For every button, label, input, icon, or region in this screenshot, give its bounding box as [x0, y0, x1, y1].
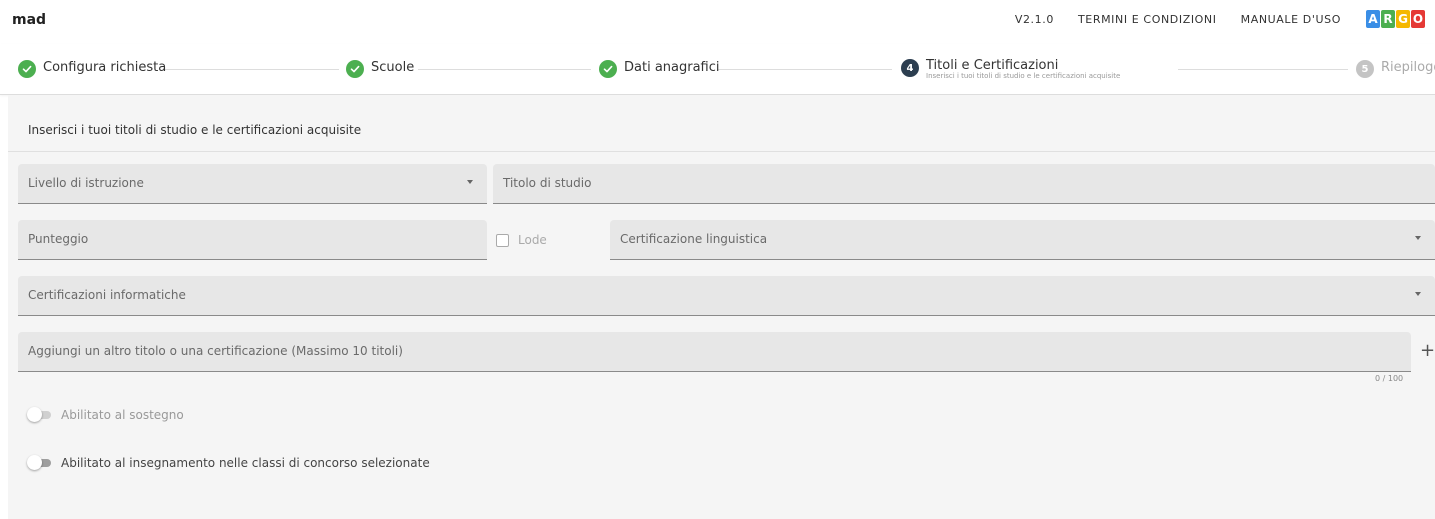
top-bar: mad V2.1.0 TERMINI E CONDIZIONI MANUALE …: [0, 0, 1435, 44]
field-placeholder: Punteggio: [28, 232, 89, 246]
toggle-knob: [27, 407, 42, 422]
manual-link[interactable]: MANUALE D'USO: [1241, 13, 1341, 26]
step-connector: [164, 69, 339, 70]
step-number-badge: 4: [901, 59, 919, 77]
argo-logo: A R G O: [1365, 10, 1425, 28]
field-placeholder: Livello di istruzione: [28, 176, 144, 190]
step-label: Dati anagrafici: [624, 60, 720, 75]
lode-label: Lode: [518, 233, 547, 247]
field-placeholder: Certificazione linguistica: [620, 232, 768, 246]
lode-checkbox[interactable]: Lode: [496, 233, 547, 247]
step-riepilogo[interactable]: 5 Riepilogo: [1356, 60, 1435, 78]
check-icon: [346, 60, 364, 78]
certificazione-linguistica-select[interactable]: Certificazione linguistica: [610, 220, 1435, 260]
form-title: Inserisci i tuoi titoli di studio e le c…: [28, 123, 362, 137]
check-icon: [18, 60, 36, 78]
step-sublabel: Inserisci i tuoi titoli di studio e le c…: [926, 72, 1121, 80]
divider: [8, 151, 1435, 152]
altro-titolo-field[interactable]: Aggiungi un altro titolo o una certifica…: [18, 332, 1411, 372]
add-icon[interactable]: +: [1420, 342, 1435, 360]
step-dati-anagrafici[interactable]: Dati anagrafici: [599, 60, 720, 78]
top-nav: V2.1.0 TERMINI E CONDIZIONI MANUALE D'US…: [1015, 10, 1425, 28]
step-label: Scuole: [371, 60, 415, 75]
step-label: Riepilogo: [1381, 60, 1435, 75]
step-connector: [717, 69, 892, 70]
version-label: V2.1.0: [1014, 12, 1054, 26]
step-titoli-certificazioni[interactable]: 4 Titoli e Certificazioni Inserisci i tu…: [901, 59, 1120, 80]
toggle-sostegno[interactable]: Abilitato al sostegno: [27, 407, 184, 422]
brand-logo[interactable]: mad: [12, 12, 46, 28]
argo-letter-o: O: [1411, 10, 1425, 28]
step-scuole[interactable]: Scuole: [346, 60, 414, 78]
step-connector: [1178, 69, 1348, 70]
step-number-badge: 5: [1356, 60, 1374, 78]
step-label: Configura richiesta: [43, 60, 167, 75]
terms-link[interactable]: TERMINI E CONDIZIONI: [1078, 13, 1217, 26]
checkbox-box[interactable]: [496, 233, 509, 247]
certificazioni-informatiche-select[interactable]: Certificazioni informatiche: [18, 276, 1435, 316]
titolo-studio-field[interactable]: Titolo di studio: [493, 164, 1435, 204]
toggle-track[interactable]: [27, 407, 51, 422]
step-configura-richiesta[interactable]: Configura richiesta: [18, 60, 166, 78]
caret-down-icon: [1415, 292, 1421, 296]
toggle-label: Abilitato al insegnamento nelle classi d…: [61, 456, 430, 470]
field-placeholder: Certificazioni informatiche: [28, 288, 186, 302]
caret-down-icon: [467, 180, 473, 184]
toggle-track[interactable]: [27, 455, 51, 470]
argo-letter-g: G: [1396, 10, 1410, 28]
toggle-insegnamento[interactable]: Abilitato al insegnamento nelle classi d…: [27, 455, 430, 470]
step-connector: [418, 69, 591, 70]
field-placeholder: Titolo di studio: [503, 176, 592, 190]
step-label: Titoli e Certificazioni: [926, 58, 1059, 73]
field-placeholder: Aggiungi un altro titolo o una certifica…: [28, 344, 403, 358]
argo-letter-a: A: [1366, 10, 1380, 28]
livello-istruzione-select[interactable]: Livello di istruzione: [18, 164, 487, 204]
stepper: Configura richiesta Scuole Dati anagrafi…: [0, 44, 1435, 95]
punteggio-field[interactable]: Punteggio: [18, 220, 487, 260]
char-counter: 0 / 100: [1375, 374, 1404, 383]
toggle-label: Abilitato al sostegno: [61, 408, 184, 422]
check-icon: [599, 60, 617, 78]
toggle-knob: [27, 455, 42, 470]
caret-down-icon: [1415, 236, 1421, 240]
argo-letter-r: R: [1381, 10, 1395, 28]
